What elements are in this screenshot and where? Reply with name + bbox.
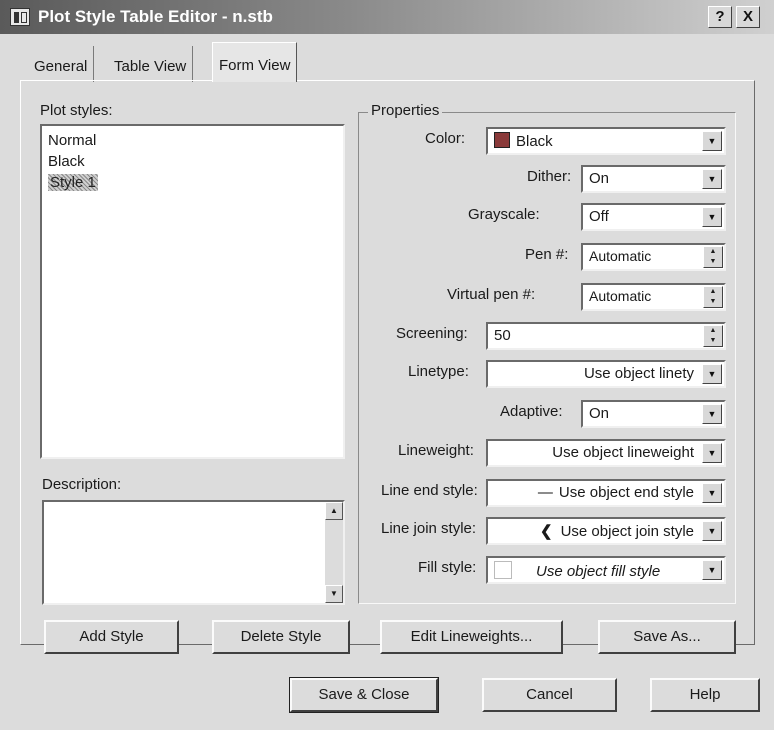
color-value: Black [516, 133, 553, 150]
cancel-button[interactable]: Cancel [482, 678, 617, 712]
line-end-icon: — [537, 484, 553, 501]
grayscale-value: Off [589, 208, 609, 225]
chevron-down-icon[interactable]: ▼ [702, 560, 722, 580]
description-text [44, 502, 343, 510]
description-scrollbar[interactable]: ▲ ▼ [325, 502, 343, 603]
list-item-selected[interactable]: Style 1 [48, 172, 337, 193]
help-title-button[interactable]: ? [708, 6, 732, 28]
adaptive-label: Adaptive: [500, 403, 563, 420]
tab-form-view[interactable]: Form View [212, 42, 298, 82]
linetype-value: Use object linety [583, 365, 694, 382]
window-title: Plot Style Table Editor - n.stb [38, 7, 273, 26]
properties-label: Properties [368, 102, 443, 119]
help-button[interactable]: Help [650, 678, 760, 712]
color-label: Color: [425, 130, 466, 147]
chevron-down-icon[interactable]: ▼ [702, 169, 722, 189]
fill-pattern-icon [494, 561, 512, 579]
linetype-select[interactable]: Use object linety ▼ [486, 360, 726, 388]
virtual-pen-label: Virtual pen #: [447, 286, 536, 303]
adaptive-value: On [589, 405, 610, 422]
scroll-down-icon[interactable]: ▼ [325, 585, 343, 603]
chevron-down-icon[interactable]: ▼ [702, 404, 722, 424]
close-button[interactable]: X [736, 6, 760, 28]
adaptive-select[interactable]: On ▼ [581, 400, 726, 428]
line-join-style-label: Line join style: [381, 520, 477, 537]
pen-value: Automatic [589, 248, 652, 264]
line-end-style-value: Use object end style [558, 484, 694, 501]
app-icon [10, 8, 30, 26]
line-join-style-value: Use object join style [560, 523, 694, 540]
save-close-button[interactable]: Save & Close [289, 677, 439, 713]
description-label: Description: [42, 476, 122, 493]
chevron-down-icon[interactable]: ▼ [702, 483, 722, 503]
chevron-down-icon[interactable]: ▼ [702, 207, 722, 227]
description-textarea[interactable]: ▲ ▼ [42, 500, 345, 605]
spinner-arrows-icon[interactable]: ▲ ▼ [703, 286, 723, 308]
color-swatch [494, 132, 510, 148]
virtual-pen-value: Automatic [589, 288, 652, 304]
pen-label: Pen #: [525, 246, 569, 263]
add-style-button[interactable]: Add Style [44, 620, 179, 654]
fill-style-value: Use object fill style [536, 563, 661, 580]
screening-value: 50 [494, 327, 511, 344]
linetype-label: Linetype: [408, 363, 469, 380]
tab-general[interactable]: General [28, 46, 95, 82]
chevron-down-icon[interactable]: ▼ [702, 131, 722, 151]
spinner-arrows-icon[interactable]: ▲ ▼ [703, 246, 723, 268]
chevron-down-icon[interactable]: ▼ [702, 443, 722, 463]
line-join-icon: ❮ [540, 523, 553, 540]
screening-label: Screening: [396, 325, 468, 342]
line-end-style-label: Line end style: [381, 482, 478, 499]
list-item[interactable]: Normal [48, 130, 337, 151]
chevron-down-icon[interactable]: ▼ [702, 364, 722, 384]
color-select[interactable]: Black ▼ [486, 127, 726, 155]
dither-label: Dither: [527, 168, 572, 185]
lineweight-label: Lineweight: [398, 442, 474, 459]
grayscale-select[interactable]: Off ▼ [581, 203, 726, 231]
save-as-button[interactable]: Save As... [598, 620, 736, 654]
lineweight-value: Use object lineweight [552, 444, 694, 461]
screening-spinner[interactable]: 50 ▲ ▼ [486, 322, 726, 350]
fill-style-label: Fill style: [418, 559, 477, 576]
grayscale-label: Grayscale: [468, 206, 540, 223]
edit-lineweights-button[interactable]: Edit Lineweights... [380, 620, 563, 654]
dither-select[interactable]: On ▼ [581, 165, 726, 193]
list-item[interactable]: Black [48, 151, 337, 172]
lineweight-select[interactable]: Use object lineweight ▼ [486, 439, 726, 467]
spinner-arrows-icon[interactable]: ▲ ▼ [703, 325, 723, 347]
pen-spinner[interactable]: Automatic ▲ ▼ [581, 243, 726, 271]
dither-value: On [589, 170, 610, 187]
virtual-pen-spinner[interactable]: Automatic ▲ ▼ [581, 283, 726, 311]
fill-style-select[interactable]: Use object fill style ▼ [486, 556, 726, 584]
plot-styles-list[interactable]: Normal Black Style 1 [40, 124, 345, 459]
line-end-style-select[interactable]: — Use object end style ▼ [486, 479, 726, 507]
line-join-style-select[interactable]: ❮ Use object join style ▼ [486, 517, 726, 545]
chevron-down-icon[interactable]: ▼ [702, 521, 722, 541]
tab-table-view[interactable]: Table View [108, 46, 194, 82]
delete-style-button[interactable]: Delete Style [212, 620, 350, 654]
title-bar: Plot Style Table Editor - n.stb ? X [0, 0, 774, 34]
plot-styles-label: Plot styles: [40, 102, 113, 119]
scroll-up-icon[interactable]: ▲ [325, 502, 343, 520]
